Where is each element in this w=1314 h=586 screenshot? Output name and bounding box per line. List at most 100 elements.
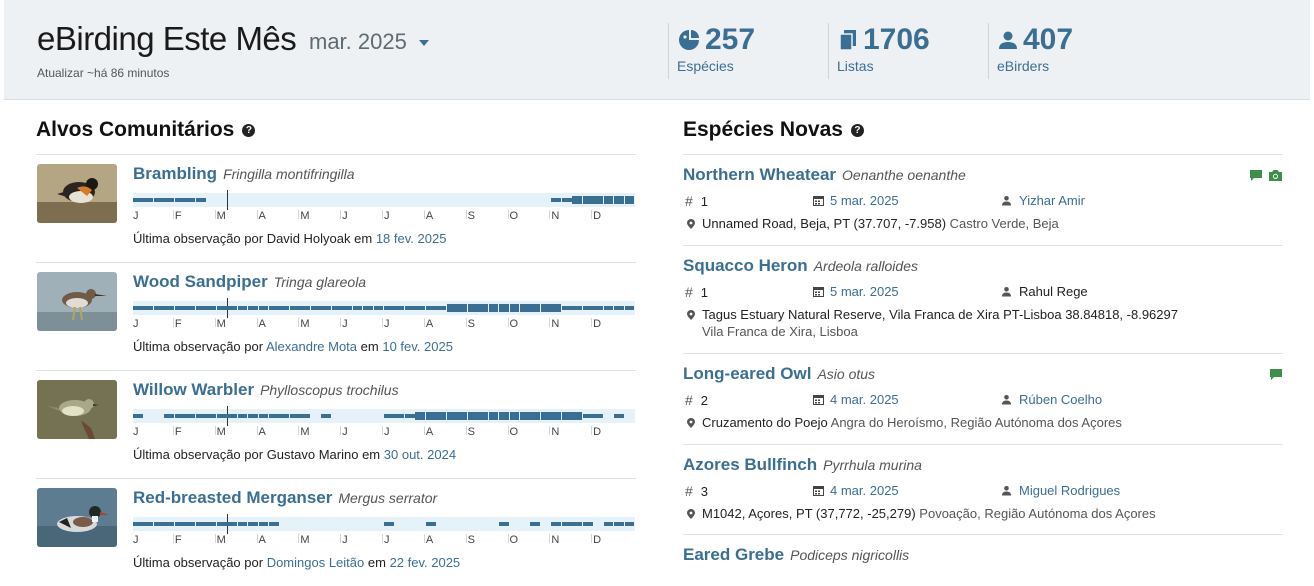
frequency-segment [425, 412, 436, 420]
month-tick [591, 210, 593, 219]
frequency-segment [195, 414, 206, 418]
frequency-segment [593, 414, 603, 418]
frequency-segment [603, 196, 614, 204]
stat-species[interactable]: 257 Espécies [668, 23, 755, 79]
month-tick [507, 534, 509, 543]
observer[interactable]: Rúben Coelho [1001, 392, 1102, 407]
frequency-segment [248, 414, 258, 418]
help-icon[interactable]: ? [242, 123, 256, 137]
location[interactable]: Cruzamento do Poejo Angra do Heroísmo, R… [687, 414, 1122, 431]
stat-checklists[interactable]: 1706 Listas [828, 23, 930, 79]
frequency-segment [572, 196, 583, 204]
last-obs-date[interactable]: 18 fev. 2025 [376, 231, 447, 246]
species-name[interactable]: Willow Warbler [133, 380, 254, 399]
last-obs-conj: em [360, 339, 379, 354]
bird-photo[interactable] [37, 380, 117, 439]
month-label: S [467, 318, 475, 330]
last-obs-date[interactable]: 30 out. 2024 [384, 447, 456, 462]
help-icon[interactable]: ? [850, 123, 864, 137]
frequency-segment [425, 522, 436, 526]
frequency-segment [195, 522, 206, 526]
month-label: A [258, 426, 266, 438]
species-name[interactable]: Red-breasted Merganser [133, 488, 332, 507]
observer[interactable]: Yizhar Amir [1001, 193, 1085, 208]
frequency-segment [164, 306, 175, 310]
stat-checklists-label: Listas [837, 58, 874, 74]
species-name[interactable]: Eared Grebe [683, 545, 784, 564]
frequency-segment [530, 412, 541, 420]
frequency-segment [540, 304, 551, 312]
comment-icon[interactable] [1249, 169, 1263, 182]
camera-icon[interactable] [1268, 169, 1283, 182]
obs-date[interactable]: 4 mar. 2025 [813, 392, 899, 407]
location[interactable]: M1042, Açores, PT (37,772, -25,279) Povo… [687, 505, 1156, 522]
month-label: D [593, 210, 602, 222]
month-tick [382, 534, 383, 543]
species-name[interactable]: Northern Wheatear [683, 165, 836, 184]
last-obs-date[interactable]: 22 fev. 2025 [390, 555, 461, 570]
target-item: Willow Warbler Phylloscopus trochilus J F M… [36, 370, 636, 478]
month-tick [298, 210, 300, 219]
month-label: D [593, 426, 602, 438]
frequency-segment [384, 306, 394, 310]
species-name[interactable]: Brambling [133, 164, 217, 183]
calendar-icon [813, 395, 824, 405]
species-name[interactable]: Azores Bullfinch [683, 455, 817, 474]
comment-icon[interactable] [1269, 368, 1283, 381]
month-label: J [384, 210, 390, 222]
species-name[interactable]: Long-eared Owl [683, 364, 811, 383]
targets-list: Brambling Fringilla montifringilla J F M A M J… [36, 154, 636, 586]
frequency-segment [185, 306, 196, 310]
species-name[interactable]: Wood Sandpiper [133, 272, 268, 291]
last-obs-observer[interactable]: Domingos Leitão [267, 555, 365, 570]
month-label: A [258, 318, 266, 330]
last-obs-date[interactable]: 10 fev. 2025 [382, 339, 453, 354]
frequency-segment [593, 306, 603, 310]
month-label: F [174, 210, 182, 222]
frequency-segment [582, 522, 593, 526]
location[interactable]: Unnamed Road, Beja, PT (37.707, -7.958) … [687, 215, 1059, 232]
species-sci-name: Oenanthe oenanthe [842, 167, 966, 183]
person-icon [999, 31, 1017, 49]
frequency-segment [519, 304, 530, 312]
month-tick [172, 210, 174, 219]
species-sci-name: Podiceps nigricollis [790, 547, 910, 563]
frequency-segment [227, 522, 237, 526]
species-sci-name: Fringilla montifringilla [223, 166, 355, 182]
frequency-bar [133, 406, 635, 426]
month-selector[interactable]: mar. 2025 [309, 29, 429, 55]
species-sci-name: Asio otus [817, 366, 876, 382]
chevron-down-icon[interactable] [418, 40, 429, 46]
month-label: J [133, 210, 139, 222]
count-value: 1 [700, 284, 709, 300]
map-pin-icon [687, 219, 695, 229]
month-label: M [216, 426, 226, 438]
bird-photo[interactable] [37, 272, 117, 331]
frequency-bar [133, 514, 635, 534]
stat-ebirders[interactable]: 407 eBirders [988, 23, 1073, 79]
frequency-segment [624, 196, 635, 204]
frequency-segment [258, 306, 269, 310]
month-tick [340, 318, 342, 327]
observer[interactable]: Miguel Rodrigues [1001, 483, 1120, 498]
bird-photo[interactable] [37, 488, 117, 547]
species-name[interactable]: Squacco Heron [683, 256, 808, 275]
frequency-segment [551, 304, 562, 312]
media-icons [1249, 169, 1283, 182]
frequency-segment [227, 306, 237, 310]
obs-date[interactable]: 5 mar. 2025 [813, 284, 899, 299]
location[interactable]: Tagus Estuary Natural Reserve, Vila Fran… [687, 306, 1178, 340]
frequency-segment [185, 414, 196, 418]
bird-photo[interactable] [37, 164, 117, 223]
current-month-marker [227, 190, 228, 210]
frequency-segment [603, 306, 614, 310]
new-species-heading: Espécies Novas ? [683, 118, 864, 142]
frequency-segment [352, 306, 363, 310]
map-pin-icon [687, 418, 695, 428]
last-obs-observer[interactable]: Alexandre Mota [266, 339, 357, 354]
month-tick [214, 210, 216, 219]
obs-date[interactable]: 5 mar. 2025 [813, 193, 899, 208]
frequency-segment [446, 412, 457, 420]
obs-date[interactable]: 4 mar. 2025 [813, 483, 899, 498]
month-label: J [384, 318, 390, 330]
